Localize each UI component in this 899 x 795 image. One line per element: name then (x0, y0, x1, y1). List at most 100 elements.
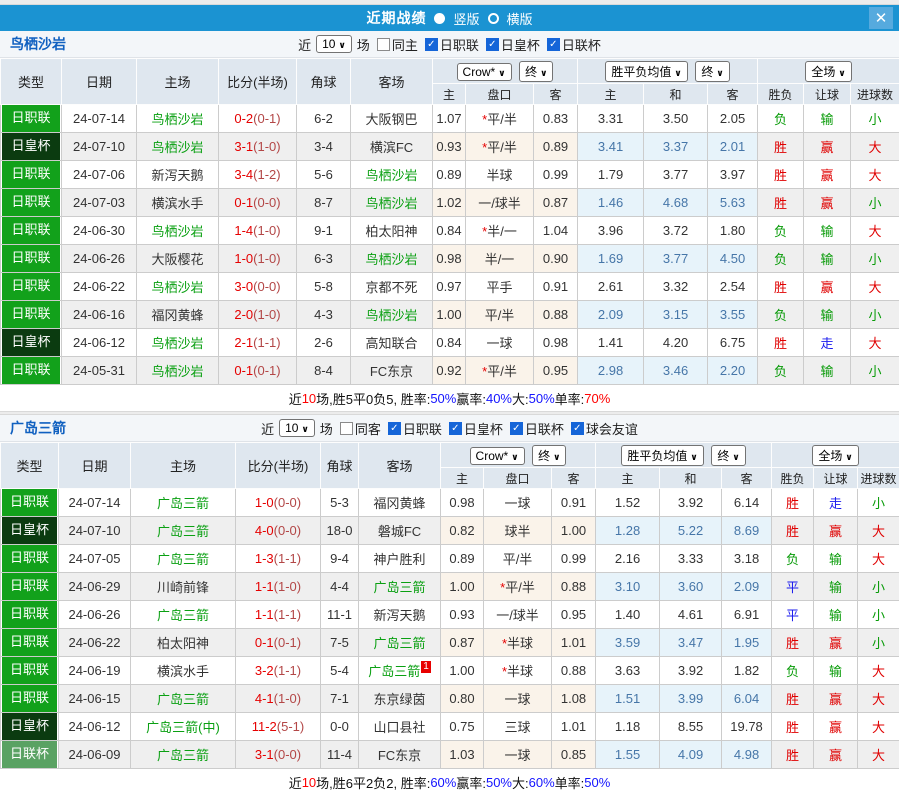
comp-checkbox-jleague[interactable]: ✓日职联 (425, 35, 479, 54)
home-team[interactable]: 横滨水手 (137, 189, 219, 217)
avg-draw: 4.09 (660, 741, 722, 769)
competition-badge: 日职联 (1, 189, 62, 217)
away-team[interactable]: 山口县社 (359, 713, 441, 741)
summary-part: 40% (486, 391, 512, 406)
avg-away: 1.82 (722, 657, 772, 685)
home-team[interactable]: 广岛三箭 (131, 517, 236, 545)
same-away-checkbox[interactable]: 同客 (340, 419, 381, 438)
avg-home: 3.10 (596, 573, 660, 601)
away-team[interactable]: 大阪钢巴 (351, 105, 433, 133)
home-team[interactable]: 鸟栖沙岩 (137, 105, 219, 133)
match-count-select[interactable]: 10∨ (316, 35, 352, 53)
home-team[interactable]: 广岛三箭 (131, 489, 236, 517)
avg-stage-select[interactable]: 终∨ (711, 445, 745, 466)
competition-badge: 日职联 (1, 657, 59, 685)
comp-checkbox-friendly[interactable]: ✓球会友谊 (571, 419, 638, 438)
competition-badge: 日皇杯 (1, 133, 62, 161)
away-team[interactable]: 新泻天鹅 (359, 601, 441, 629)
home-team[interactable]: 鸟栖沙岩 (137, 329, 219, 357)
match-count-select[interactable]: 10∨ (279, 419, 315, 437)
result-wdl: 负 (758, 301, 804, 329)
comp-checkbox-emperor-cup[interactable]: ✓日皇杯 (486, 35, 540, 54)
away-team[interactable]: 京都不死 (351, 273, 433, 301)
result-goals: 大 (851, 161, 899, 189)
away-team[interactable]: 鸟栖沙岩 (351, 189, 433, 217)
odds-home: 1.03 (441, 741, 484, 769)
fulltime-select[interactable]: 全场∨ (812, 445, 858, 466)
home-team[interactable]: 新泻天鹅 (137, 161, 219, 189)
col-date: 日期 (62, 59, 137, 105)
result-wdl: 胜 (772, 713, 814, 741)
away-team[interactable]: 神户胜利 (359, 545, 441, 573)
away-team[interactable]: 鸟栖沙岩 (351, 301, 433, 329)
away-team[interactable]: 鸟栖沙岩 (351, 161, 433, 189)
summary-part: 50% (430, 391, 456, 406)
result-handicap: 输 (814, 573, 858, 601)
bookmaker-select[interactable]: Crow*∨ (457, 63, 512, 81)
landscape-radio[interactable] (488, 13, 499, 24)
avg-away: 2.20 (708, 357, 758, 385)
home-team[interactable]: 柏太阳神 (131, 629, 236, 657)
portrait-radio[interactable] (434, 13, 445, 24)
home-team[interactable]: 鸟栖沙岩 (137, 357, 219, 385)
home-team[interactable]: 广岛三箭 (131, 601, 236, 629)
result-goals: 大 (858, 545, 899, 573)
away-team[interactable]: FC东京 (359, 741, 441, 769)
comp-checkbox-league-cup[interactable]: ✓日联杯 (510, 419, 564, 438)
avg-draw: 3.99 (660, 685, 722, 713)
home-team[interactable]: 广岛三箭 (131, 685, 236, 713)
avg-stage-select[interactable]: 终∨ (695, 61, 729, 82)
portrait-radio-label[interactable]: 竖版 (453, 9, 479, 28)
odds-stage-select[interactable]: 终∨ (532, 445, 566, 466)
comp-checkbox-league-cup[interactable]: ✓日联杯 (547, 35, 601, 54)
match-row: 日皇杯24-06-12广岛三箭(中)11-2(5-1)0-0山口县社0.75三球… (1, 713, 899, 741)
handicap: *平/半 (484, 573, 552, 601)
competition-badge: 日职联 (1, 217, 62, 245)
fulltime-select[interactable]: 全场∨ (805, 61, 851, 82)
col-away: 客场 (359, 443, 441, 489)
team1-name[interactable]: 鸟栖沙岩 (10, 34, 66, 54)
avg-select[interactable]: 胜平负均值∨ (605, 61, 687, 82)
away-team[interactable]: FC东京 (351, 357, 433, 385)
home-team[interactable]: 福冈黄蜂 (137, 301, 219, 329)
home-team[interactable]: 川崎前锋 (131, 573, 236, 601)
away-team[interactable]: 东京绿茵 (359, 685, 441, 713)
odds-home: 0.93 (433, 133, 466, 161)
away-team[interactable]: 广岛三箭 (359, 629, 441, 657)
home-team[interactable]: 广岛三箭 (131, 545, 236, 573)
corner-score: 5-3 (321, 489, 359, 517)
away-team[interactable]: 鸟栖沙岩 (351, 245, 433, 273)
away-team[interactable]: 横滨FC (351, 133, 433, 161)
away-team[interactable]: 磐城FC (359, 517, 441, 545)
away-team[interactable]: 高知联合 (351, 329, 433, 357)
home-team[interactable]: 横滨水手 (131, 657, 236, 685)
team2-name[interactable]: 广岛三箭 (10, 418, 66, 438)
chevron-down-icon: ∨ (716, 68, 723, 78)
score: 3-1(1-0) (219, 133, 297, 161)
same-home-checkbox[interactable]: 同主 (377, 35, 418, 54)
comp-checkbox-jleague[interactable]: ✓日职联 (388, 419, 442, 438)
home-team[interactable]: 鸟栖沙岩 (137, 217, 219, 245)
odds-home: 0.84 (433, 329, 466, 357)
comp-checkbox-emperor-cup[interactable]: ✓日皇杯 (449, 419, 503, 438)
corner-score: 8-7 (297, 189, 351, 217)
home-team[interactable]: 广岛三箭(中) (131, 713, 236, 741)
away-team[interactable]: 柏太阳神 (351, 217, 433, 245)
home-team[interactable]: 广岛三箭 (131, 741, 236, 769)
landscape-radio-label[interactable]: 横版 (507, 9, 533, 28)
odds-stage-select[interactable]: 终∨ (519, 61, 553, 82)
match-row: 日职联24-06-16福冈黄蜂2-0(1-0)4-3鸟栖沙岩1.00平/半0.8… (1, 301, 899, 329)
away-team[interactable]: 广岛三箭 (359, 573, 441, 601)
home-team[interactable]: 鸟栖沙岩 (137, 133, 219, 161)
col-type: 类型 (1, 59, 62, 105)
odds-away: 0.83 (534, 105, 578, 133)
home-team[interactable]: 大阪樱花 (137, 245, 219, 273)
away-team[interactable]: 福冈黄蜂 (359, 489, 441, 517)
home-team[interactable]: 鸟栖沙岩 (137, 273, 219, 301)
avg-select[interactable]: 胜平负均值∨ (621, 445, 703, 466)
bookmaker-select[interactable]: Crow*∨ (470, 447, 525, 465)
match-row: 日皇杯24-07-10广岛三箭4-0(0-0)18-0磐城FC0.82球半1.0… (1, 517, 899, 545)
away-team[interactable]: 广岛三箭1 (359, 657, 441, 685)
competition-badge: 日职联 (1, 685, 59, 713)
close-icon[interactable]: ✕ (869, 7, 893, 29)
